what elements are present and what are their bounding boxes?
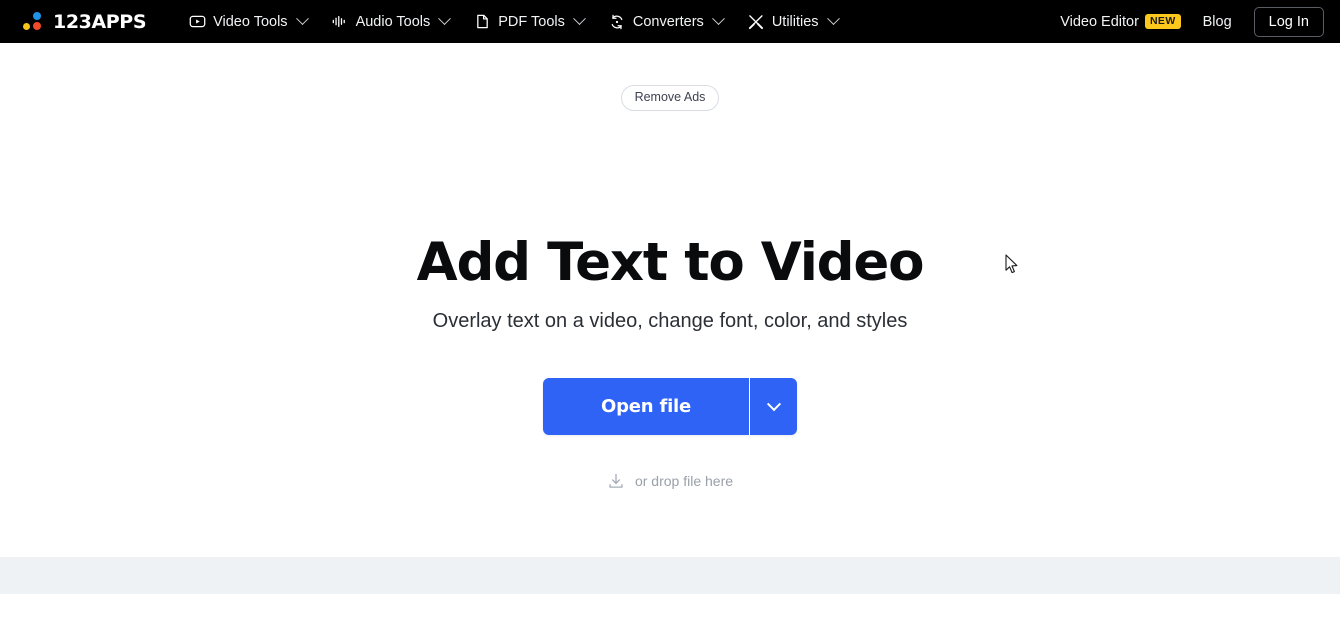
drop-file-hint: or drop file here bbox=[634, 473, 734, 490]
remove-ads-button[interactable]: Remove Ads bbox=[620, 85, 720, 111]
remove-ads-container: Remove Ads bbox=[0, 43, 1340, 111]
bottom-section-band bbox=[0, 557, 1340, 594]
open-file-split-button: Open file bbox=[542, 378, 798, 436]
cta-container: Open file bbox=[0, 378, 1340, 436]
logo-dot-blue bbox=[33, 12, 41, 20]
hero-section: Add Text to Video Overlay text on a vide… bbox=[0, 231, 1340, 334]
page-title: Add Text to Video bbox=[416, 231, 925, 293]
page-subtitle: Overlay text on a video, change font, co… bbox=[432, 310, 908, 333]
login-button[interactable]: Log In bbox=[1253, 6, 1324, 37]
nav-item-label: PDF Tools bbox=[498, 13, 565, 30]
nav-item-label: Utilities bbox=[771, 13, 819, 30]
page-content: Remove Ads Add Text to Video Overlay tex… bbox=[0, 43, 1340, 594]
nav-item-label: Video Tools bbox=[213, 13, 288, 30]
chevron-down-icon bbox=[766, 396, 781, 411]
open-file-button[interactable]: Open file bbox=[542, 378, 750, 436]
nav-link-blog[interactable]: Blog bbox=[1192, 8, 1243, 36]
nav-item-utilities[interactable]: Utilities bbox=[735, 7, 850, 37]
nav-item-label: Audio Tools bbox=[355, 13, 431, 30]
primary-nav: Video Tools Audio Tools PDF Tools Conver… bbox=[176, 7, 849, 37]
nav-item-label: Converters bbox=[632, 13, 704, 30]
chevron-down-icon bbox=[573, 12, 586, 26]
chevron-down-icon bbox=[438, 12, 452, 26]
three-dots-logo-icon bbox=[22, 12, 44, 31]
audio-waveform-icon bbox=[331, 13, 349, 31]
document-page-icon bbox=[473, 13, 491, 31]
nav-link-video-editor[interactable]: Video Editor NEW bbox=[1049, 8, 1191, 36]
secondary-nav: Video Editor NEW Blog Log In bbox=[1049, 6, 1324, 37]
chevron-down-icon bbox=[295, 12, 309, 26]
nav-item-converters[interactable]: Converters bbox=[596, 7, 735, 37]
new-badge: NEW bbox=[1144, 14, 1181, 29]
brand-name: 123APPS bbox=[53, 10, 147, 33]
drop-file-zone[interactable]: or drop file here bbox=[0, 472, 1340, 490]
chevron-down-icon bbox=[711, 12, 725, 26]
brand-logo[interactable]: 123APPS bbox=[22, 10, 147, 33]
crossed-tools-icon bbox=[747, 13, 765, 31]
download-tray-icon bbox=[607, 472, 625, 490]
circular-arrows-icon bbox=[608, 13, 626, 31]
nav-item-audio-tools[interactable]: Audio Tools bbox=[319, 7, 462, 37]
video-play-icon bbox=[188, 13, 206, 31]
open-file-dropdown-button[interactable] bbox=[750, 378, 798, 436]
logo-dot-yellow bbox=[23, 23, 30, 30]
logo-dot-orange bbox=[33, 22, 41, 30]
nav-link-label: Video Editor bbox=[1060, 13, 1139, 30]
nav-link-label: Blog bbox=[1202, 13, 1232, 30]
top-navbar: 123APPS Video Tools Audio Tools PDF Tool… bbox=[0, 0, 1340, 43]
nav-item-pdf-tools[interactable]: PDF Tools bbox=[461, 7, 596, 37]
nav-item-video-tools[interactable]: Video Tools bbox=[176, 7, 318, 37]
chevron-down-icon bbox=[826, 12, 840, 26]
